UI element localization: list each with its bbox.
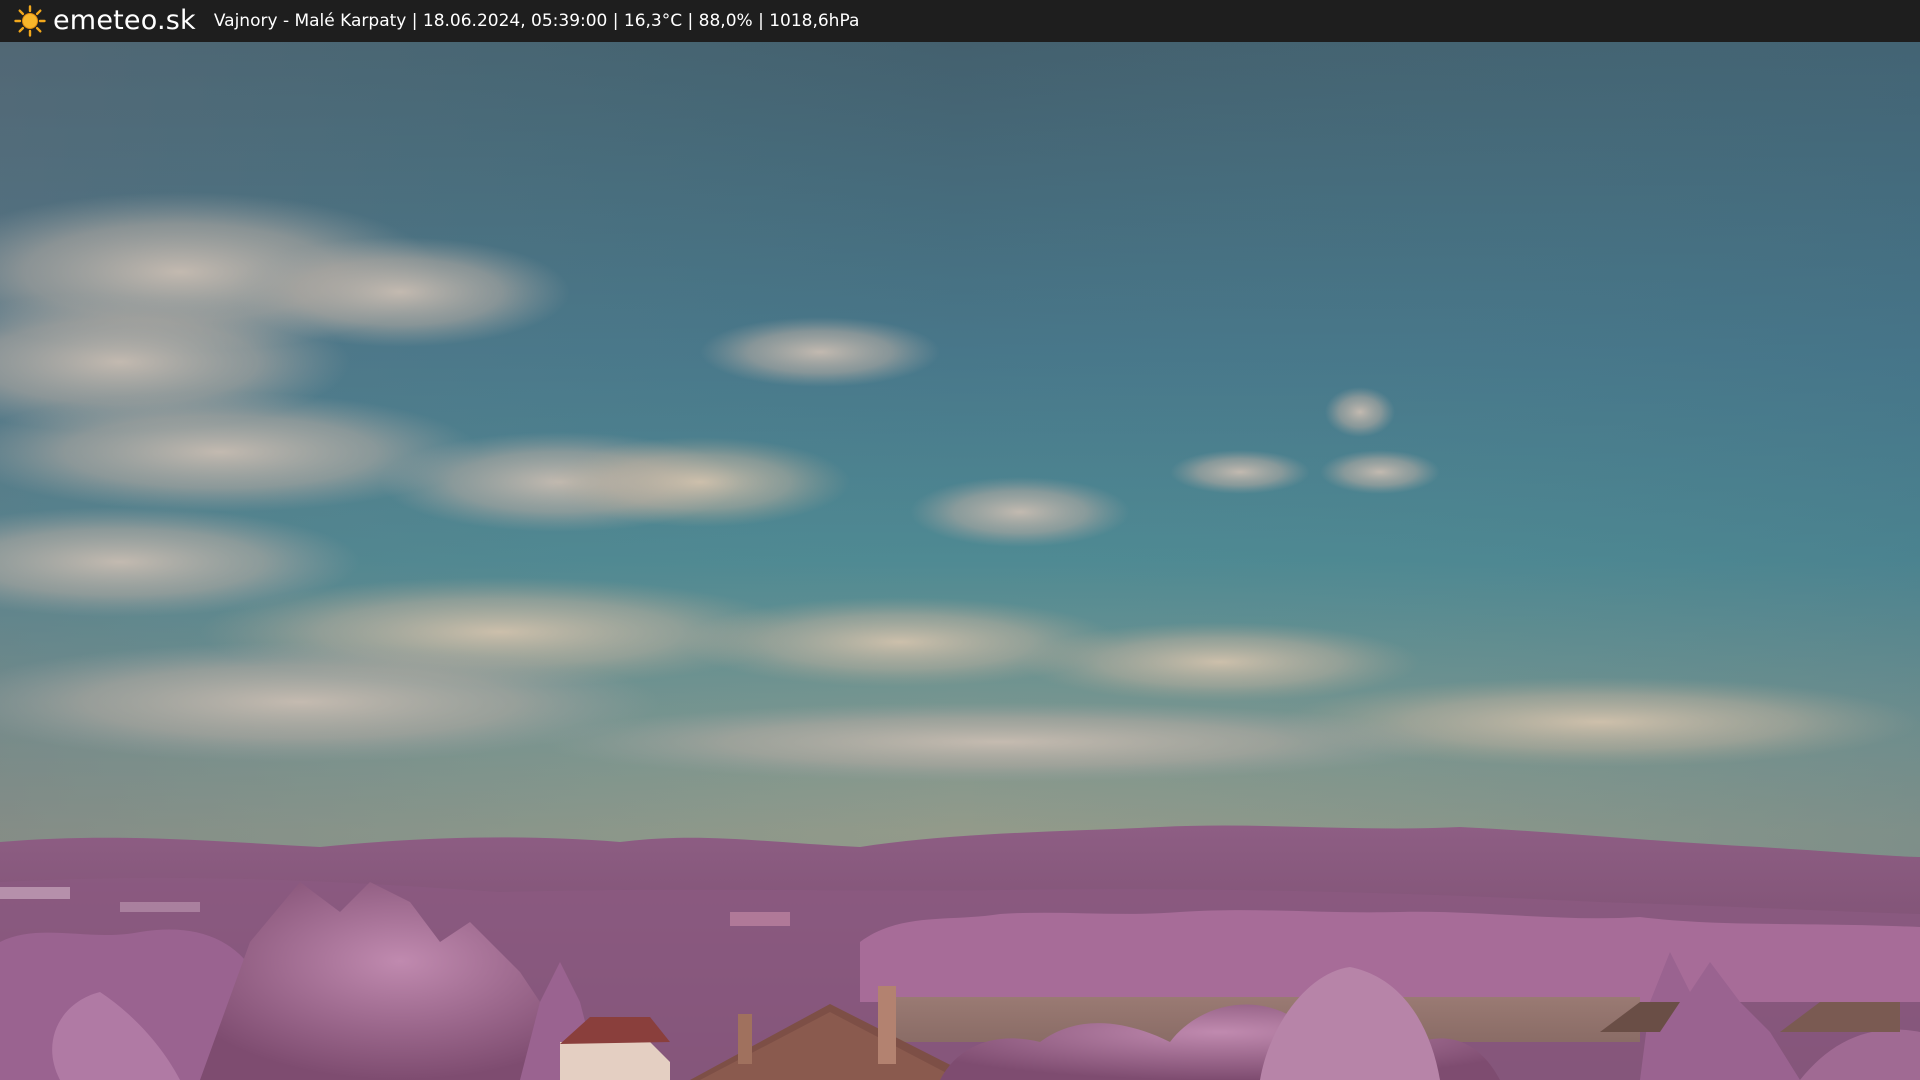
brand-name: emeteo.sk: [53, 5, 196, 36]
sun-icon: [14, 5, 46, 37]
station-caption: Vajnory - Malé Karpaty | 18.06.2024, 05:…: [213, 11, 860, 31]
webcam-image: [0, 42, 1920, 1080]
webcam-frame: emeteo.sk Vajnory - Malé Karpaty | 18.06…: [0, 0, 1920, 1080]
caption-bar: emeteo.sk Vajnory - Malé Karpaty | 18.06…: [0, 0, 1920, 42]
